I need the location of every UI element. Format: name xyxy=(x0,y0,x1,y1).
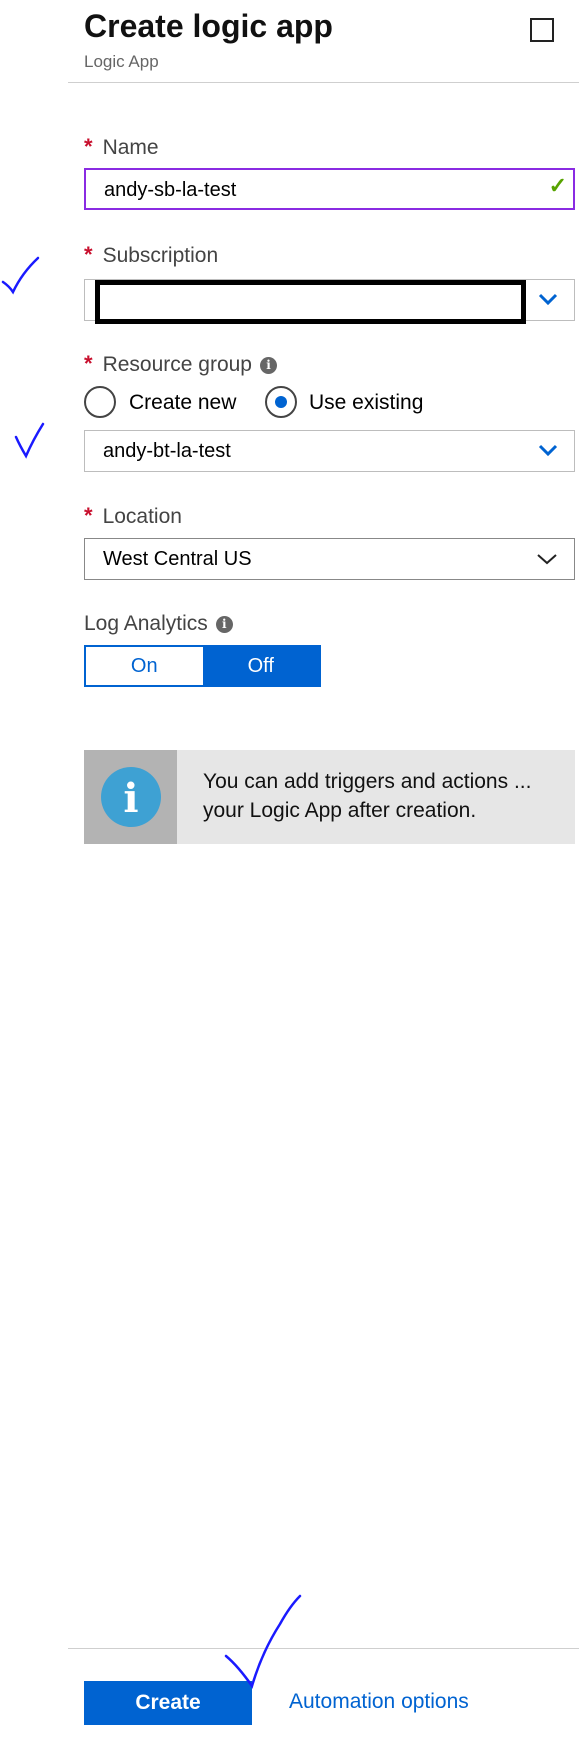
page-subtitle: Logic App xyxy=(84,52,159,71)
radio-use-existing-label: Use existing xyxy=(309,391,424,414)
resource-group-dropdown[interactable]: andy-bt-la-test xyxy=(84,430,575,472)
radio-create-new-label: Create new xyxy=(129,391,237,414)
info-icon: i xyxy=(259,357,277,374)
toggle-on-option[interactable]: On xyxy=(86,647,203,685)
location-label: * Location xyxy=(84,503,182,528)
annotation-checkmark xyxy=(14,422,45,459)
radio-selected-dot xyxy=(275,396,287,408)
location-dropdown[interactable]: West Central US xyxy=(84,538,575,580)
location-value: West Central US xyxy=(103,548,252,570)
automation-options-link[interactable]: Automation options xyxy=(289,1690,469,1714)
resource-group-value: andy-bt-la-test xyxy=(103,440,231,462)
log-analytics-toggle[interactable]: On Off xyxy=(84,645,321,687)
chevron-down-icon xyxy=(537,554,557,565)
info-icon: i xyxy=(101,767,161,827)
toggle-off-option[interactable]: Off xyxy=(202,647,319,685)
info-message-box: i You can add triggers and actions ... y… xyxy=(84,750,575,844)
redaction-box xyxy=(95,280,526,324)
radio-use-existing[interactable] xyxy=(265,386,297,418)
chevron-down-icon xyxy=(538,444,558,457)
annotation-checkmark xyxy=(1,256,40,295)
annotation-checkmark xyxy=(224,1594,302,1689)
required-marker: * xyxy=(84,242,93,267)
name-input[interactable]: andy-sb-la-test ✓ xyxy=(84,168,575,210)
name-value: andy-sb-la-test xyxy=(104,179,237,201)
required-marker: * xyxy=(84,351,93,376)
header-divider xyxy=(68,82,579,83)
subscription-label: * Subscription xyxy=(84,242,219,267)
chevron-down-icon xyxy=(538,293,558,306)
required-marker: * xyxy=(84,503,93,528)
info-message-text: You can add triggers and actions ... you… xyxy=(203,770,532,822)
name-label: * Name xyxy=(84,134,159,159)
footer-divider xyxy=(68,1648,579,1649)
log-analytics-label: Log Analytics i xyxy=(84,612,233,636)
info-box-icon-panel: i xyxy=(84,750,177,844)
checkmark-icon: ✓ xyxy=(548,173,567,198)
info-icon: i xyxy=(215,616,233,633)
radio-create-new[interactable] xyxy=(84,386,116,418)
page-title: Create logic app xyxy=(84,8,333,44)
maximize-icon[interactable] xyxy=(530,18,554,42)
required-marker: * xyxy=(84,134,93,159)
resource-group-label: * Resource group i xyxy=(84,351,277,377)
